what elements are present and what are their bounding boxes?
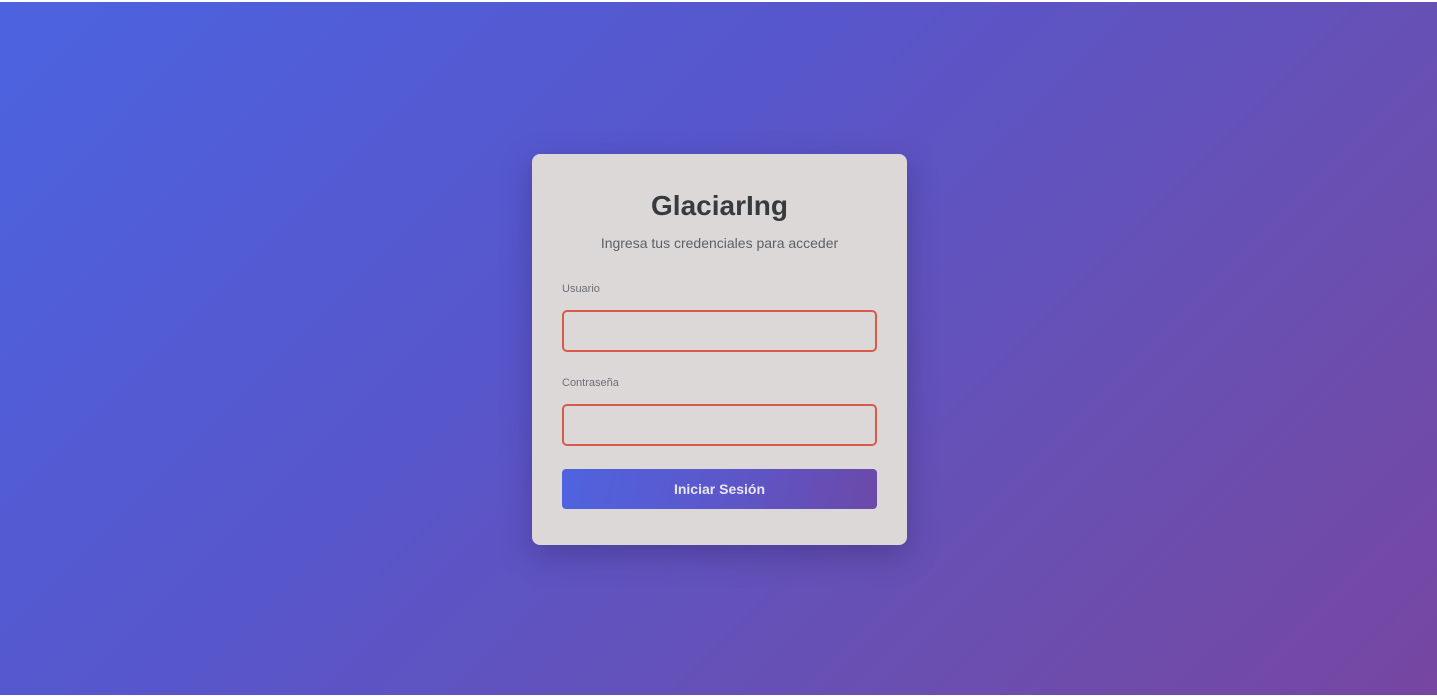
username-label: Usuario	[562, 283, 600, 295]
app-title: GlaciarIng	[651, 190, 788, 221]
login-button[interactable]: Iniciar Sesión	[562, 469, 877, 509]
login-card: GlaciarIng Ingresa tus credenciales para…	[532, 154, 907, 545]
login-subtitle: Ingresa tus credenciales para acceder	[600, 235, 839, 251]
password-label: Contraseña	[562, 377, 619, 389]
top-border	[0, 0, 1437, 2]
password-input[interactable]	[562, 404, 877, 446]
username-input[interactable]	[562, 310, 877, 352]
